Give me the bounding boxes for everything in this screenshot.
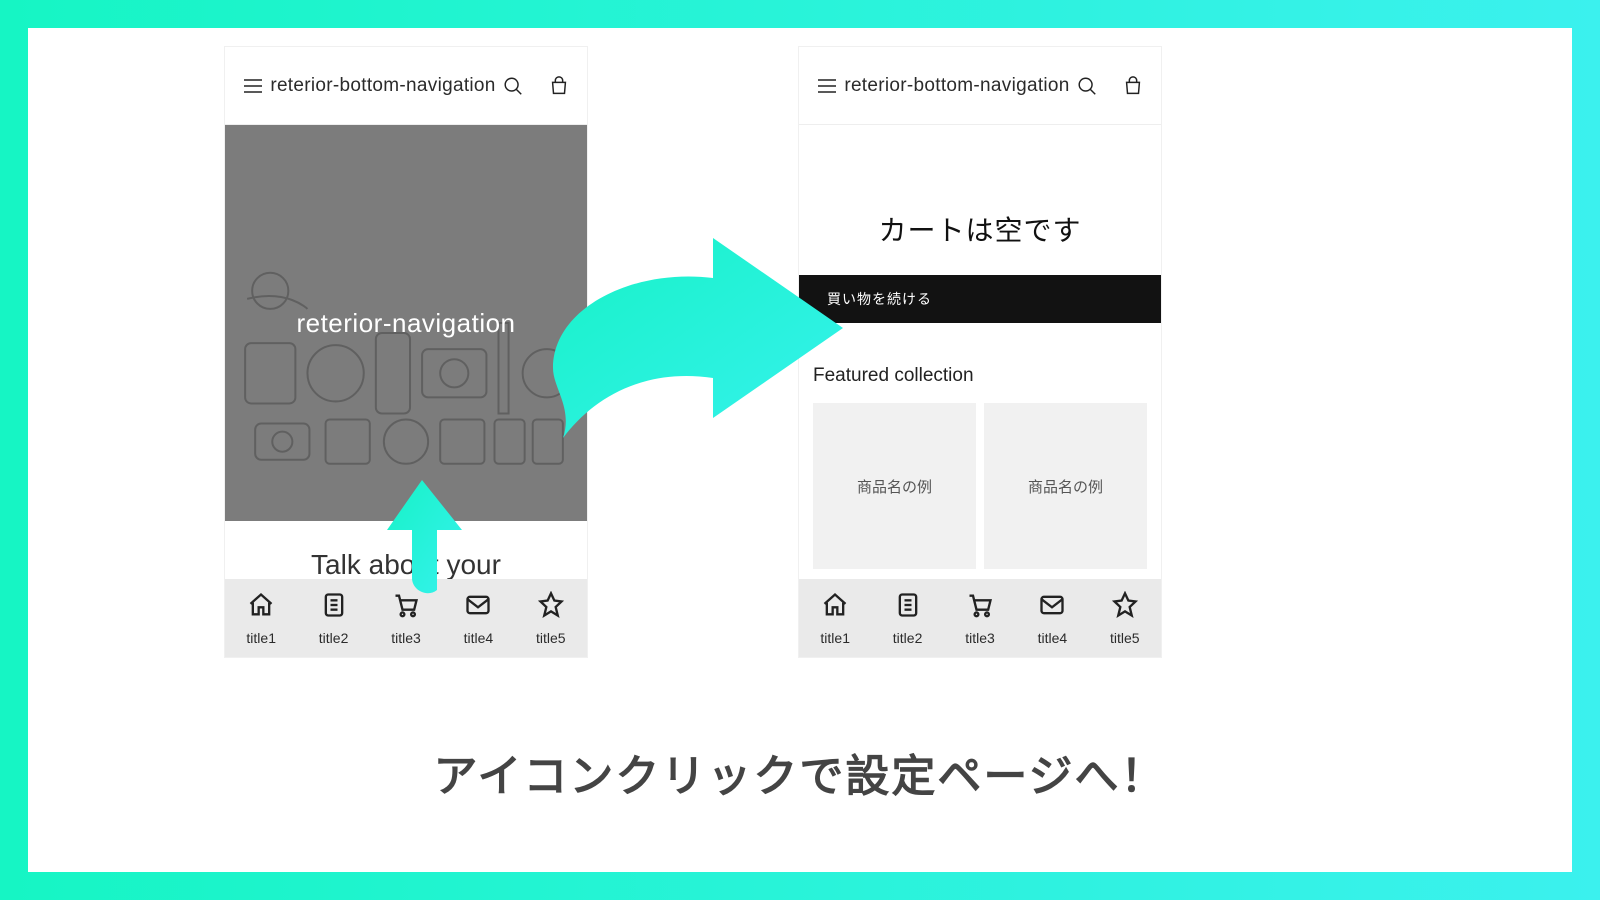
bottomnav-label: title4	[1038, 630, 1068, 646]
home-icon	[247, 591, 275, 624]
bottom-nav: title1 title2 title3 title4 title5	[799, 579, 1161, 657]
star-icon	[537, 591, 565, 624]
product-card[interactable]: 商品名の例	[813, 403, 976, 569]
search-icon[interactable]	[499, 72, 527, 100]
bottomnav-label: title3	[391, 630, 421, 646]
bottomnav-item-star[interactable]: title5	[536, 591, 566, 646]
bottomnav-item-list[interactable]: title2	[893, 591, 923, 646]
bag-icon[interactable]	[545, 72, 573, 100]
canvas: reterior-bottom-navigation	[28, 28, 1572, 872]
caption-text: アイコンクリックで設定ページへ！	[28, 740, 1572, 804]
bottomnav-label: title2	[319, 630, 349, 646]
home-icon	[821, 591, 849, 624]
bottomnav-label: title1	[246, 630, 276, 646]
mail-icon	[1038, 591, 1066, 624]
hamburger-icon[interactable]	[813, 72, 841, 100]
hamburger-icon[interactable]	[239, 72, 267, 100]
bottomnav-item-mail[interactable]: title4	[464, 591, 494, 646]
app-title: reterior-bottom-navigation	[267, 75, 499, 97]
bottom-nav: title1 title2 title3 title4 title5	[225, 579, 587, 657]
bottomnav-label: title5	[1110, 630, 1140, 646]
bottomnav-label: title2	[893, 630, 923, 646]
hero-image: reterior-navigation	[225, 125, 587, 521]
bottomnav-label: title4	[464, 630, 494, 646]
featured-collection-heading: Featured collection	[813, 365, 1161, 387]
bottomnav-item-cart[interactable]: title3	[391, 591, 421, 646]
topbar: reterior-bottom-navigation	[225, 47, 587, 125]
below-hero-heading: Talk about your	[225, 521, 587, 579]
bottomnav-label: title5	[536, 630, 566, 646]
list-icon	[894, 591, 922, 624]
bag-icon[interactable]	[1119, 72, 1147, 100]
continue-shopping-button[interactable]: 買い物を続ける	[799, 275, 1161, 323]
list-icon	[320, 591, 348, 624]
cart-empty-text: カートは空です	[799, 209, 1161, 249]
bottomnav-item-list[interactable]: title2	[319, 591, 349, 646]
product-grid: 商品名の例 商品名の例	[799, 403, 1161, 569]
mail-icon	[464, 591, 492, 624]
cart-icon	[392, 591, 420, 624]
bottomnav-item-star[interactable]: title5	[1110, 591, 1140, 646]
product-card[interactable]: 商品名の例	[984, 403, 1147, 569]
bottomnav-label: title3	[965, 630, 995, 646]
bottomnav-item-cart[interactable]: title3	[965, 591, 995, 646]
star-icon	[1111, 591, 1139, 624]
gradient-frame: reterior-bottom-navigation	[0, 0, 1600, 900]
phone-mock-right: reterior-bottom-navigation カートは空です 買い物を続…	[798, 46, 1162, 658]
bottomnav-label: title1	[820, 630, 850, 646]
content-area: reterior-navigation Talk about your	[225, 125, 587, 579]
topbar: reterior-bottom-navigation	[799, 47, 1161, 125]
content-area: カートは空です 買い物を続ける Featured collection 商品名の…	[799, 125, 1161, 579]
bottomnav-item-home[interactable]: title1	[820, 591, 850, 646]
phone-mock-left: reterior-bottom-navigation	[224, 46, 588, 658]
cart-icon	[966, 591, 994, 624]
bottomnav-item-mail[interactable]: title4	[1038, 591, 1068, 646]
search-icon[interactable]	[1073, 72, 1101, 100]
app-title: reterior-bottom-navigation	[841, 75, 1073, 97]
hero-text: reterior-navigation	[296, 308, 515, 339]
bottomnav-item-home[interactable]: title1	[246, 591, 276, 646]
